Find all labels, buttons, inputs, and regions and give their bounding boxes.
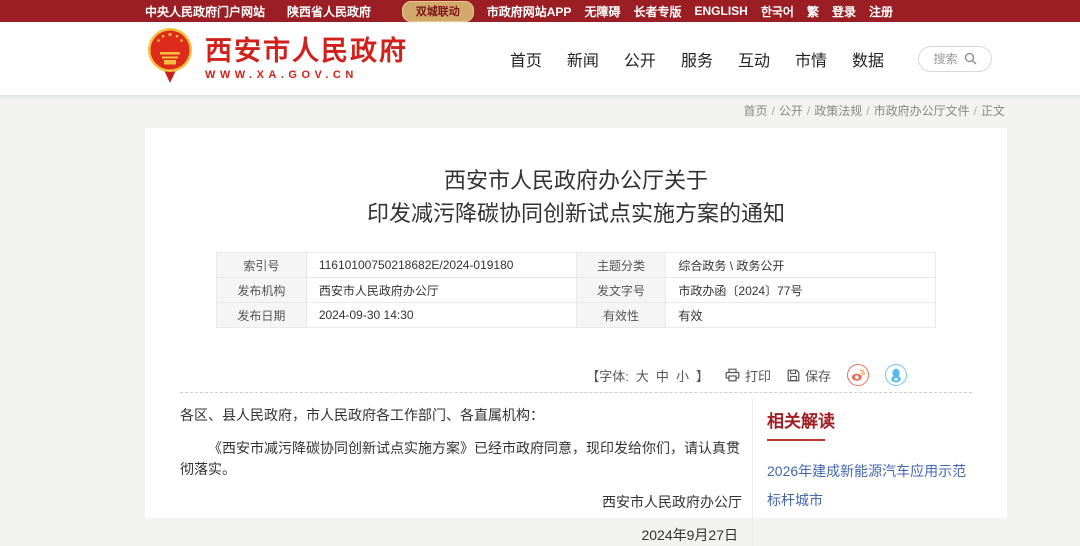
meta-label-validity: 有效性 [576,303,666,328]
related-reading-title: 相关解读 [767,407,972,432]
print-button[interactable]: 打印 [725,366,771,385]
nav-item-home[interactable]: 首页 [510,47,542,71]
article-card: 西安市人民政府办公厅关于 印发减污降碳协同创新试点实施方案的通知 索引号 116… [145,128,1007,518]
breadcrumb-separator: / [807,104,810,118]
topbar-link-elderly-version[interactable]: 长者专版 [633,3,681,20]
topbar-left-links: 中央人民政府门户网站 陕西省人民政府 [145,3,371,20]
save-label: 保存 [805,366,831,385]
search-box[interactable]: 搜索 [918,46,992,72]
font-size-suffix: 】 [696,366,709,385]
top-utility-bar: 中央人民政府门户网站 陕西省人民政府 双城联动 市政府网站APP 无障碍 长者专… [0,0,1080,22]
meta-label-topic-category: 主题分类 [576,253,666,278]
topbar-link-traditional-chinese[interactable]: 繁 [807,3,819,20]
site-header: 西安市人民政府 WWW.XA.GOV.CN 首页 新闻 公开 服务 互动 市情 … [0,22,1080,95]
font-size-medium-button[interactable]: 中 [656,366,669,385]
table-row: 发布日期 2024-09-30 14:30 有效性 有效 [217,303,936,328]
site-url: WWW.XA.GOV.CN [205,69,408,81]
nav-item-disclosure[interactable]: 公开 [624,47,656,71]
nav-item-interaction[interactable]: 互动 [738,47,770,71]
article-content: 各区、县人民政府，市人民政府各工作部门、各直属机构： 《西安市减污降碳协同创新试… [180,393,972,546]
search-icon [964,52,977,65]
meta-label-issuing-agency: 发布机构 [217,278,307,303]
site-logo[interactable]: 西安市人民政府 WWW.XA.GOV.CN [145,26,408,91]
table-row: 索引号 11610100750218682E/2024-019180 主题分类 … [217,253,936,278]
logo-text: 西安市人民政府 WWW.XA.GOV.CN [205,37,408,81]
related-reading-underline [767,439,825,441]
topbar-right-links: 双城联动 市政府网站APP 无障碍 长者专版 ENGLISH 한국어 繁 登录 … [402,1,893,22]
topbar-link-central-gov[interactable]: 中央人民政府门户网站 [145,3,265,20]
breadcrumb-disclosure[interactable]: 公开 [779,104,803,118]
page-body: 首页 / 公开 / 政策法规 / 市政府办公厅文件 / 正文 西安市人民政府办公厅关于 印发减污… [0,95,1080,515]
article-title: 西安市人民政府办公厅关于 印发减污降碳协同创新试点实施方案的通知 [180,164,972,230]
table-row: 发布机构 西安市人民政府办公厅 发文字号 市政办函〔2024〕77号 [217,278,936,303]
font-size-large-button[interactable]: 大 [636,366,649,385]
document-salutation: 各区、县人民政府，市人民政府各工作部门、各直属机构： [180,405,752,426]
topbar-link-english[interactable]: ENGLISH [694,4,747,18]
nav-item-data[interactable]: 数据 [852,47,884,71]
meta-label-publish-date: 发布日期 [217,303,307,328]
document-signer: 西安市人民政府办公厅 [180,492,752,513]
print-label: 打印 [745,366,771,385]
meta-value-validity: 有效 [666,303,936,328]
share-weibo-button[interactable] [847,364,869,386]
article-toolbar: 【字体: 大 中 小 】 打印 [180,364,972,386]
meta-value-issuing-agency: 西安市人民政府办公厅 [306,278,576,303]
share-qq-button[interactable] [885,364,907,386]
breadcrumb-separator: / [866,104,869,118]
meta-value-document-number: 市政办函〔2024〕77号 [666,278,936,303]
document-body: 各区、县人民政府，市人民政府各工作部门、各直属机构： 《西安市减污降碳协同创新试… [180,393,752,546]
topbar-link-gov-app[interactable]: 市政府网站APP [487,3,572,20]
meta-value-index-number: 11610100750218682E/2024-019180 [306,253,576,278]
topbar-link-accessibility[interactable]: 无障碍 [584,3,620,20]
save-button[interactable]: 保存 [787,366,831,385]
breadcrumb-separator: / [772,104,775,118]
breadcrumb-separator: / [974,104,977,118]
nav-item-city-info[interactable]: 市情 [795,47,827,71]
main-nav: 首页 新闻 公开 服务 互动 市情 数据 [510,47,884,71]
related-reading-link[interactable]: 2026年建成新能源汽车应用示范标杆城市 [767,457,972,515]
font-size-control: 【字体: 大 中 小 】 [586,366,709,385]
national-emblem-icon [145,26,195,91]
document-meta-table: 索引号 11610100750218682E/2024-019180 主题分类 … [216,252,936,328]
dual-city-link-pill[interactable]: 双城联动 [402,1,474,22]
article-title-line1: 西安市人民政府办公厅关于 [180,164,972,197]
meta-label-index-number: 索引号 [217,253,307,278]
meta-value-topic-category: 综合政务 \ 政务公开 [666,253,936,278]
breadcrumb-office-documents[interactable]: 市政府办公厅文件 [874,104,970,118]
site-name: 西安市人民政府 [205,37,408,65]
breadcrumb: 首页 / 公开 / 政策法规 / 市政府办公厅文件 / 正文 [0,102,1080,118]
document-paragraph: 《西安市减污降碳协同创新试点实施方案》已经市政府同意，现印发给你们，请认真贯彻落… [180,438,752,480]
search-label: 搜索 [933,50,957,67]
topbar-link-login[interactable]: 登录 [832,3,856,20]
article-title-line2: 印发减污降碳协同创新试点实施方案的通知 [180,197,972,230]
meta-value-publish-date: 2024-09-30 14:30 [306,303,576,328]
font-size-small-button[interactable]: 小 [676,366,689,385]
breadcrumb-policies[interactable]: 政策法规 [814,104,862,118]
printer-icon [725,368,740,382]
breadcrumb-home[interactable]: 首页 [744,104,768,118]
breadcrumb-current: 正文 [981,104,1005,118]
floppy-save-icon [787,369,800,382]
topbar-link-shaanxi-gov[interactable]: 陕西省人民政府 [287,3,371,20]
nav-item-news[interactable]: 新闻 [567,47,599,71]
qq-penguin-icon [889,368,903,383]
topbar-link-korean[interactable]: 한국어 [761,3,794,20]
meta-label-document-number: 发文字号 [576,278,666,303]
document-date: 2024年9月27日 [180,525,752,546]
nav-item-services[interactable]: 服务 [681,47,713,71]
related-reading-sidebar: 相关解读 2026年建成新能源汽车应用示范标杆城市 [752,399,972,546]
topbar-link-register[interactable]: 注册 [869,3,893,20]
weibo-icon [850,367,866,383]
font-size-prefix: 【字体: [586,366,629,385]
